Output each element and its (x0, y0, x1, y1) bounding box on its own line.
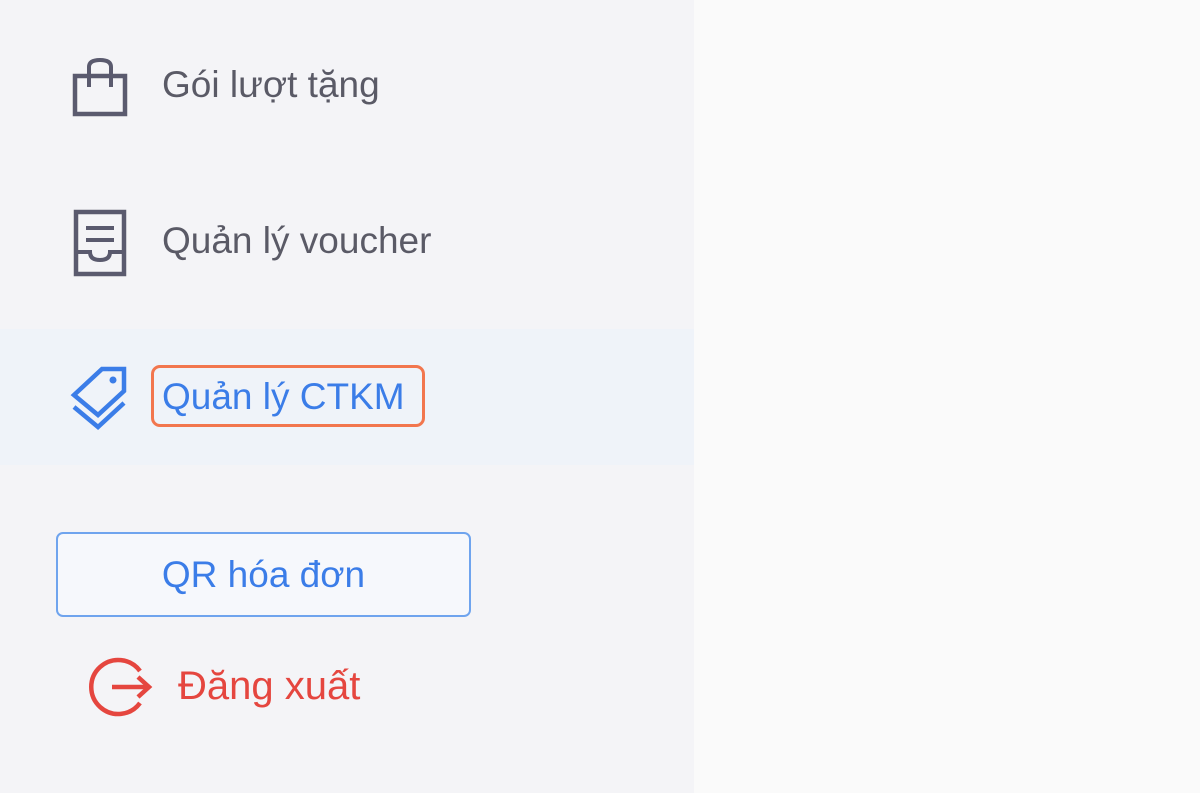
sidebar-item-label: Gói lượt tặng (162, 64, 380, 105)
qr-invoice-button[interactable]: QR hóa đơn (56, 532, 471, 617)
tags-icon (68, 363, 132, 430)
sidebar-item-quan-ly-voucher[interactable]: Quản lý voucher (0, 173, 694, 309)
sidebar-item-goi-luot-tang[interactable]: Gói lượt tặng (0, 17, 694, 153)
main-content (694, 0, 1200, 793)
page: Gói lượt tặng Quản lý voucher Quản lý CT… (0, 0, 1200, 793)
logout-button[interactable]: Đăng xuất (88, 655, 408, 719)
logout-icon (88, 655, 154, 719)
sidebar: Gói lượt tặng Quản lý voucher Quản lý CT… (0, 0, 694, 793)
sidebar-item-quan-ly-ctkm[interactable]: Quản lý CTKM (0, 329, 694, 465)
receipt-icon (68, 208, 132, 277)
logout-label: Đăng xuất (178, 664, 361, 708)
sidebar-item-label: Quản lý voucher (162, 220, 432, 261)
sidebar-item-label: Quản lý CTKM (162, 376, 405, 417)
shopping-bag-icon (68, 55, 132, 119)
